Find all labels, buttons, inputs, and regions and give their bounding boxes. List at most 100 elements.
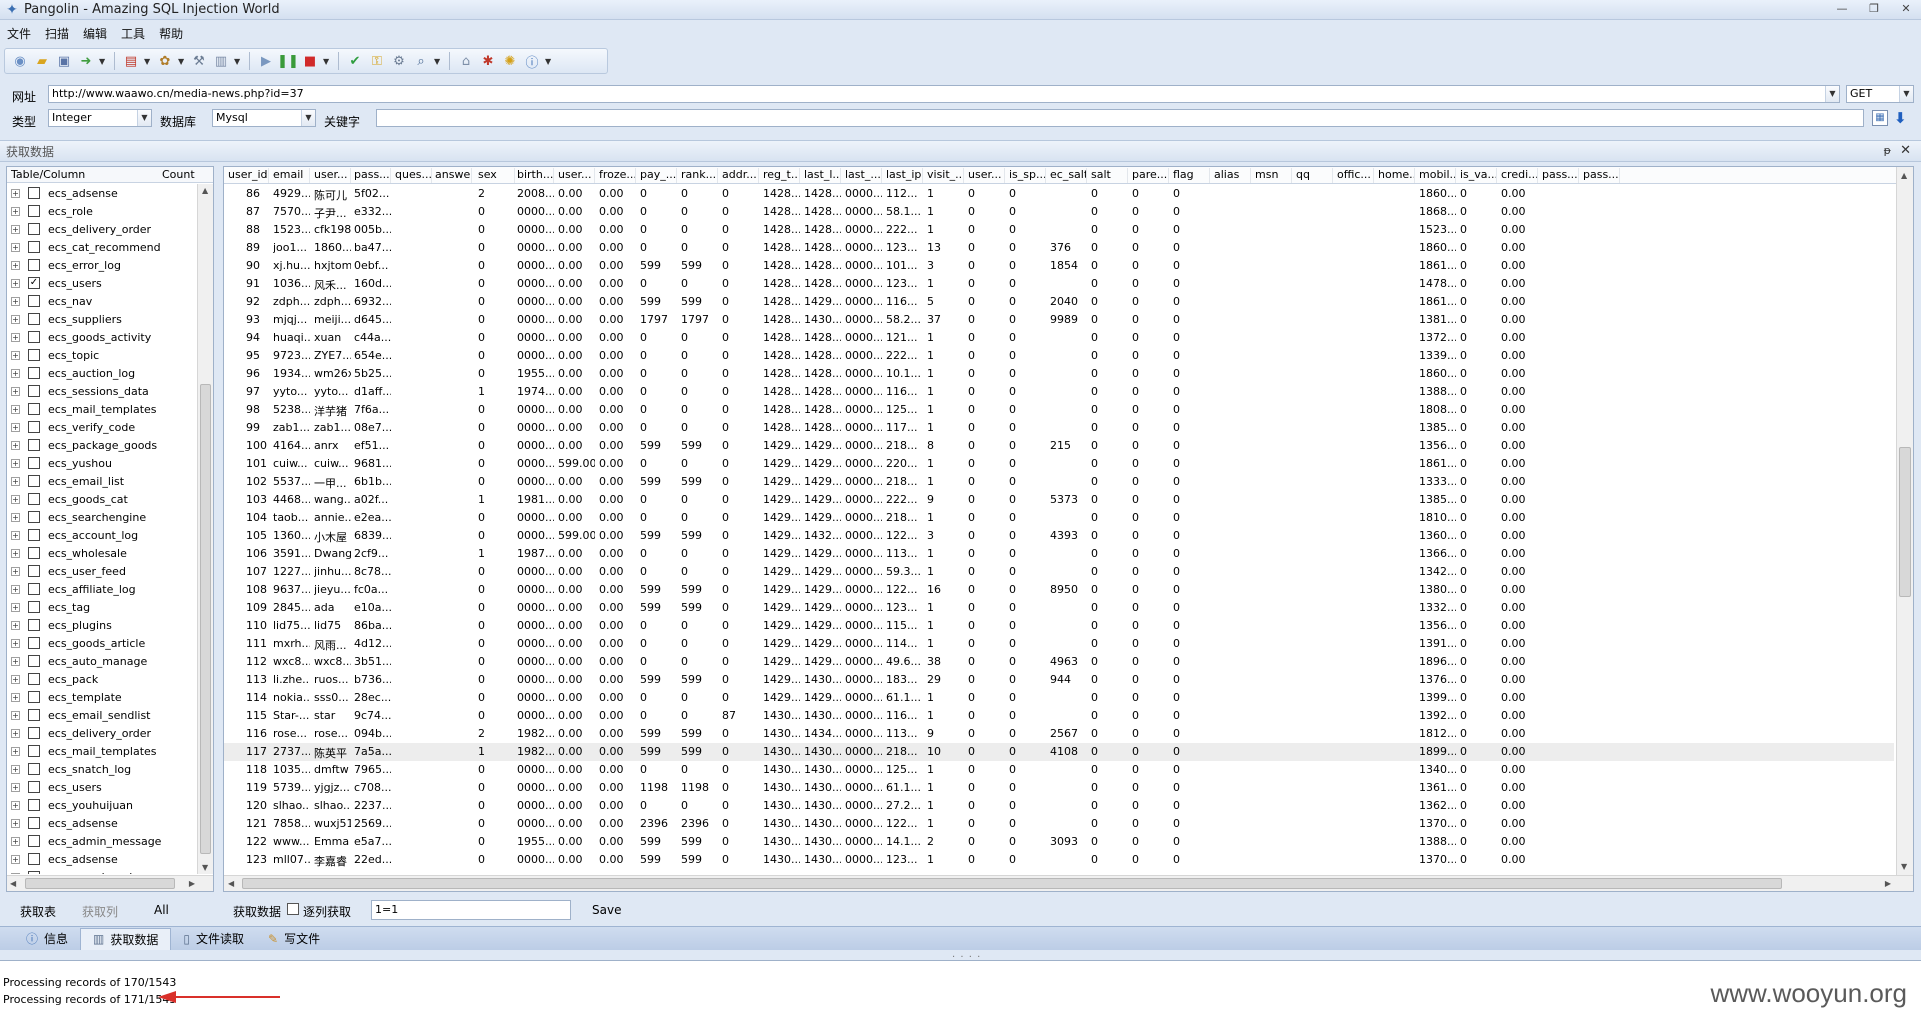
grid-vertical-scrollbar[interactable]: ▲ ▼ xyxy=(1896,167,1913,875)
expand-icon[interactable]: + xyxy=(11,332,20,342)
table-row[interactable]: 102 5537... 一甲... 6b1b... 0 0000... 0.00 0.00 59… xyxy=(224,473,1894,491)
tree-item-checkbox[interactable] xyxy=(28,583,40,595)
column-header[interactable]: last_... xyxy=(841,168,882,183)
tree-item[interactable]: + ecs_adsense xyxy=(7,184,197,202)
expand-icon[interactable]: + xyxy=(11,764,20,774)
download-arrow-icon[interactable]: ⬇ xyxy=(1894,109,1907,127)
tree-item-checkbox[interactable] xyxy=(28,565,40,577)
tree-item[interactable]: + ecs_goods_activity xyxy=(7,328,197,346)
table-row[interactable]: 117 2737... 陈英平 7a5a... 1 1982... 0.00 0.00 599 5… xyxy=(224,743,1894,761)
tree-item-checkbox[interactable] xyxy=(28,763,40,775)
tree-item-checkbox[interactable] xyxy=(28,709,40,721)
expand-icon[interactable]: + xyxy=(11,548,20,558)
table-row[interactable]: 112 wxc8... wxc8... 3b51... 0 0000... 0.00 0.00… xyxy=(224,653,1894,671)
tree-item-checkbox[interactable] xyxy=(28,853,40,865)
tree-item[interactable]: + ecs_goods_article xyxy=(7,634,197,652)
table-row[interactable]: 89 joo1... 1860... ba47... 0 0000... 0.00 0.00 0… xyxy=(224,239,1894,257)
table-row[interactable]: 88 1523... cfk1987005b... 0 0000... 0.00 0.00 0… xyxy=(224,221,1894,239)
chevron-down-icon[interactable]: ▼ xyxy=(99,57,107,66)
tree-item-checkbox[interactable] xyxy=(28,259,40,271)
expand-icon[interactable]: + xyxy=(11,800,20,810)
expand-icon[interactable]: + xyxy=(11,422,20,432)
tree-item-checkbox[interactable] xyxy=(28,241,40,253)
scrollbar-thumb[interactable] xyxy=(200,384,211,854)
tree-item-checkbox[interactable] xyxy=(28,673,40,685)
table-row[interactable]: 961934...wm26xj5b25...01955...0.000.0000… xyxy=(224,365,1894,383)
tab-get-data[interactable]: ▥ 获取数据 xyxy=(80,927,172,950)
tree-item[interactable]: + ecs_mail_templates xyxy=(7,400,197,418)
column-header[interactable]: sex xyxy=(474,168,515,183)
tree-item-checkbox[interactable] xyxy=(28,367,40,379)
menu-help[interactable]: 帮助 xyxy=(152,25,190,42)
expand-icon[interactable]: + xyxy=(11,404,20,414)
column-header[interactable]: salt xyxy=(1087,168,1128,183)
tree-item[interactable]: + ecs_account_log xyxy=(7,526,197,544)
calendar-icon[interactable]: ▦ xyxy=(1872,110,1888,126)
tree-item-checkbox[interactable] xyxy=(28,457,40,469)
pin-icon[interactable]: ᵽ xyxy=(1884,144,1891,157)
tree-vertical-scrollbar[interactable]: ▲ ▼ xyxy=(197,184,213,874)
get-tables-button[interactable]: 获取表 xyxy=(20,903,56,920)
expand-icon[interactable]: + xyxy=(11,746,20,756)
table-row[interactable]: 98 5238... 洋芋猪 7f6a... 0 0000... 0.00 0.00 0 0 0 14… xyxy=(224,401,1894,419)
tree-item[interactable]: + ecs_error_log xyxy=(7,256,197,274)
table-row[interactable]: 103 4468... wang... a02f... 1 1981... 0.00 0.00… xyxy=(224,491,1894,509)
chevron-down-icon[interactable]: ▼ xyxy=(301,110,315,126)
tree-item[interactable]: + ecs_wholesale xyxy=(7,544,197,562)
tree-item[interactable]: + ecs_goods_cat xyxy=(7,490,197,508)
home-icon[interactable]: ⌂ xyxy=(457,52,475,70)
table-row[interactable]: 115 Star-... star 9c74... 0 0000... 0.00 0.00 0 0… xyxy=(224,707,1894,725)
type-select[interactable]: Integer ▼ xyxy=(48,109,152,127)
table-row[interactable]: 108 9637... jieyu... fc0a... 0 0000... 0.00 0.0… xyxy=(224,581,1894,599)
tree-item-checkbox[interactable] xyxy=(28,655,40,667)
table-row[interactable]: 120 slhao... slhao... 2237... 0 0000... 0.00 0.… xyxy=(224,797,1894,815)
tree-item-checkbox[interactable] xyxy=(28,205,40,217)
column-header[interactable]: pay_... xyxy=(636,168,677,183)
column-header[interactable]: flag xyxy=(1169,168,1210,183)
key-icon[interactable]: ⚿ xyxy=(368,52,386,70)
tree-item-checkbox[interactable] xyxy=(28,835,40,847)
column-header[interactable]: user... xyxy=(554,168,595,183)
chevron-down-icon[interactable]: ▼ xyxy=(1899,86,1913,102)
tree-item[interactable]: + ✓ ecs_users xyxy=(7,274,197,292)
table-row[interactable]: 100 4164... anrx ef51... 0 0000... 0.00 0.00 599… xyxy=(224,437,1894,455)
expand-icon[interactable]: + xyxy=(11,656,20,666)
tree-item[interactable]: + ecs_email_list xyxy=(7,472,197,490)
scrollbar-thumb[interactable] xyxy=(242,878,1782,889)
tree-item[interactable]: + ecs_auto_manage xyxy=(7,652,197,670)
expand-icon[interactable]: + xyxy=(11,566,20,576)
expand-icon[interactable]: + xyxy=(11,440,20,450)
restore-icon[interactable]: ❐ xyxy=(1865,2,1883,15)
scroll-left-icon[interactable]: ◀ xyxy=(10,879,16,888)
tree-item[interactable]: + ecs_cat_recommend xyxy=(7,238,197,256)
grid-horizontal-scrollbar[interactable]: ◀ ▶ xyxy=(224,875,1913,891)
expand-icon[interactable]: + xyxy=(11,674,20,684)
table-row[interactable]: 110 lid75... lid75 86ba... 0 0000... 0.00 0.00 0… xyxy=(224,617,1894,635)
tree-item-checkbox[interactable] xyxy=(28,439,40,451)
tree-horizontal-scrollbar[interactable]: ◀ ▶ xyxy=(7,875,213,891)
expand-icon[interactable]: + xyxy=(11,458,20,468)
play-icon[interactable]: ▶ xyxy=(257,52,275,70)
get-data-button[interactable]: 获取数据 xyxy=(233,903,281,920)
pause-icon[interactable]: ❚❚ xyxy=(277,52,299,70)
tree-item-checkbox[interactable] xyxy=(28,223,40,235)
tree-item-checkbox[interactable] xyxy=(28,745,40,757)
expand-icon[interactable]: + xyxy=(11,476,20,486)
expand-icon[interactable]: + xyxy=(11,692,20,702)
method-select[interactable]: GET ▼ xyxy=(1846,85,1914,103)
tree-item[interactable]: + ecs_suppliers xyxy=(7,310,197,328)
table-row[interactable]: 86 4929... 陈可儿 5f02... 2 2008... 0.00 0.00 0 0 0 14… xyxy=(224,185,1894,203)
table-row[interactable]: 90 xj.hu... hxjtom 0ebf... 0 0000... 0.00 0.00 5… xyxy=(224,257,1894,275)
close-icon[interactable]: ✕ xyxy=(1900,143,1911,158)
tree-item-checkbox[interactable] xyxy=(28,691,40,703)
expand-icon[interactable]: + xyxy=(11,494,20,504)
column-header[interactable]: birth... xyxy=(513,168,554,183)
expand-icon[interactable]: + xyxy=(11,206,20,216)
db-icon[interactable]: ▥ xyxy=(212,52,230,70)
expand-icon[interactable]: + xyxy=(11,350,20,360)
expand-icon[interactable]: + xyxy=(11,260,20,270)
chevron-down-icon[interactable]: ▼ xyxy=(1825,86,1839,102)
scrollbar-thumb[interactable] xyxy=(25,878,175,889)
table-row[interactable]: 99 zab1... zab1... 08e7... 0 0000... 0.00 0.00 0… xyxy=(224,419,1894,437)
save-icon[interactable]: ▣ xyxy=(55,52,73,70)
